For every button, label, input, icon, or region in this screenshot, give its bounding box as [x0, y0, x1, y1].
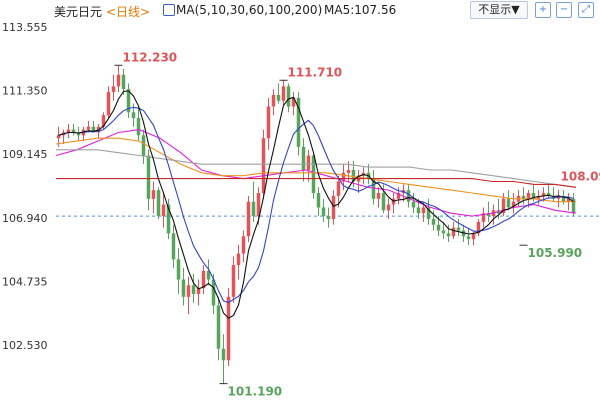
candle-body — [56, 135, 61, 139]
candle-body — [271, 94, 276, 107]
candle-body — [381, 193, 386, 211]
candle-body — [226, 296, 231, 361]
candle-body — [281, 86, 286, 101]
ma-line-ma5 — [58, 90, 574, 319]
y-tick-label: 113.555 — [2, 21, 48, 34]
candle-body — [416, 207, 421, 214]
y-tick-label: 111.350 — [2, 85, 48, 98]
candlestick-chart[interactable]: 113.555 111.350 109.145 106.940 104.735 102.5… — [0, 0, 600, 400]
ma-line-ma60 — [55, 137, 576, 203]
y-tick-label: 102.530 — [2, 339, 48, 352]
candle-body — [311, 155, 316, 194]
y-tick-label: 109.145 — [2, 148, 48, 161]
candle-body — [216, 305, 221, 349]
candle-body — [421, 207, 426, 214]
candle-body — [261, 138, 266, 194]
candle-body — [431, 218, 436, 225]
candle-body — [301, 146, 306, 170]
candle-body — [106, 92, 111, 116]
candle-body — [406, 190, 411, 202]
candle-body — [141, 135, 146, 156]
candle-body — [151, 190, 156, 199]
candle-body — [346, 169, 351, 173]
candle-body — [146, 155, 151, 199]
candle-body — [446, 233, 451, 237]
ma-line-ma10 — [58, 106, 574, 304]
candle-body — [436, 224, 441, 231]
candle-body — [191, 285, 196, 294]
candle-body — [326, 216, 331, 219]
candle-body — [221, 348, 226, 361]
price-annotation: 111.710 — [288, 65, 343, 79]
candle-body — [131, 112, 136, 119]
candle-body — [306, 155, 311, 170]
candle-body — [116, 74, 121, 87]
price-annotation: 101.190 — [228, 385, 283, 399]
candle-body — [111, 86, 116, 93]
candle-body — [186, 285, 191, 297]
candle-body — [236, 253, 241, 266]
candle-body — [276, 94, 281, 101]
candle-body — [266, 106, 271, 139]
candle-body — [241, 236, 246, 254]
candle-body — [376, 193, 381, 199]
candle-body — [336, 181, 341, 196]
candle-body — [456, 227, 461, 231]
candle-body — [441, 230, 446, 234]
candle-body — [331, 195, 336, 219]
candle-body — [136, 118, 141, 136]
candle-body — [176, 259, 181, 280]
annotations: 112.230 111.710 101.190 105.990 108.090 — [114, 50, 600, 399]
ma-line-ma200 — [56, 178, 577, 188]
candle-body — [466, 236, 471, 240]
candle-body — [251, 201, 256, 217]
candle-body — [246, 201, 251, 237]
candle-body — [451, 227, 456, 237]
price-annotation: 108.090 — [561, 170, 600, 184]
candle-body — [386, 204, 391, 211]
y-tick-label: 106.940 — [2, 212, 48, 225]
candle-body — [506, 198, 511, 208]
candle-body — [156, 190, 161, 217]
candle-body — [121, 74, 126, 90]
candle-body — [86, 126, 91, 130]
candle-body — [411, 201, 416, 208]
candle-body — [316, 193, 321, 208]
candle-body — [231, 265, 236, 297]
candle-body — [181, 279, 186, 297]
candle-body — [171, 233, 176, 260]
candle-body — [286, 86, 291, 107]
candle-body — [526, 193, 531, 199]
candle-body — [321, 207, 326, 217]
price-annotation: 112.230 — [123, 50, 178, 64]
candle-body — [471, 233, 476, 240]
y-tick-label: 104.735 — [2, 275, 48, 288]
price-annotation: 105.990 — [528, 246, 583, 260]
candle-body — [161, 204, 166, 217]
